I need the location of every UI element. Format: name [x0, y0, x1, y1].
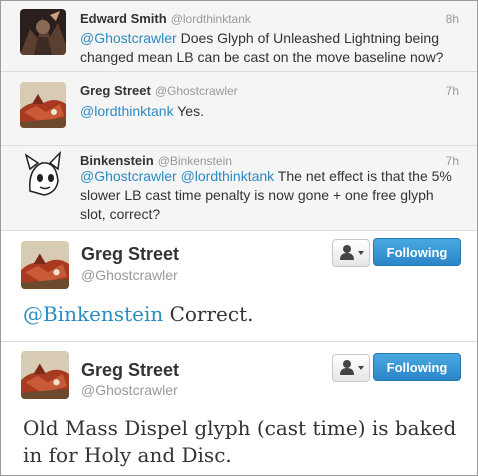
reply-tweet[interactable]: Edward Smith @lordthinktank 8h @Ghostcraw… — [1, 1, 477, 72]
author-name[interactable]: Greg Street @Ghostcrawler — [80, 83, 238, 98]
reply-tweet[interactable]: Greg Street @Ghostcrawler 7h @lordthinkta… — [1, 72, 477, 146]
timestamp[interactable]: 7h — [446, 84, 459, 98]
author-handle[interactable]: @Ghostcrawler — [81, 267, 178, 283]
mention-link[interactable]: @lordthinktank — [181, 168, 275, 184]
author-handle[interactable]: @Binkenstein — [158, 154, 232, 168]
user-icon — [340, 360, 364, 375]
mention-link[interactable]: @Binkenstein — [23, 302, 163, 326]
tweet-text: @Ghostcrawler @lordthinktank The net eff… — [80, 167, 460, 224]
author-display-name[interactable]: Edward Smith — [80, 11, 167, 26]
mention-link[interactable]: @Ghostcrawler — [80, 168, 177, 184]
avatar[interactable] — [21, 351, 69, 399]
author-display-name[interactable]: Greg Street — [81, 244, 179, 265]
author-display-name[interactable]: Greg Street — [81, 360, 179, 381]
avatar[interactable] — [20, 9, 66, 55]
tweet-text: @Binkenstein Correct. — [23, 301, 463, 328]
user-actions-button[interactable] — [332, 354, 370, 382]
user-icon — [340, 245, 364, 260]
author-display-name[interactable]: Binkenstein — [80, 153, 154, 168]
following-button[interactable]: Following — [373, 238, 461, 266]
avatar[interactable] — [21, 241, 69, 289]
author-handle[interactable]: @Ghostcrawler — [81, 382, 178, 398]
mention-link[interactable]: @Ghostcrawler — [80, 30, 177, 46]
author-handle[interactable]: @lordthinktank — [171, 12, 251, 26]
author-handle[interactable]: @Ghostcrawler — [155, 84, 238, 98]
reply-tweet[interactable]: Binkenstein @Binkenstein 7h @Ghostcrawler… — [1, 146, 477, 231]
caret-down-icon — [358, 366, 364, 370]
expanded-tweet: Greg Street @Ghostcrawler Following @Bin… — [1, 231, 477, 342]
author-name[interactable]: Edward Smith @lordthinktank — [80, 11, 251, 26]
mention-link[interactable]: @lordthinktank — [80, 103, 174, 119]
tweet-text: @Ghostcrawler Does Glyph of Unleashed Li… — [80, 29, 460, 67]
tweet-text-body: Old Mass Dispel glyph (cast time) is bak… — [23, 416, 457, 467]
following-button[interactable]: Following — [373, 353, 461, 381]
avatar[interactable] — [20, 151, 66, 197]
tweet-text-body: Correct. — [163, 302, 254, 326]
expanded-tweet: Greg Street @Ghostcrawler Following Old … — [1, 342, 477, 475]
timestamp[interactable]: 8h — [446, 12, 459, 26]
author-display-name[interactable]: Greg Street — [80, 83, 151, 98]
tweet-text: Old Mass Dispel glyph (cast time) is bak… — [23, 415, 463, 469]
tweet-text-body: Yes. — [173, 103, 204, 119]
timestamp[interactable]: 7h — [446, 154, 459, 168]
author-name[interactable]: Binkenstein @Binkenstein — [80, 153, 232, 168]
tweet-conversation: Edward Smith @lordthinktank 8h @Ghostcraw… — [0, 0, 478, 476]
caret-down-icon — [358, 251, 364, 255]
avatar[interactable] — [20, 82, 66, 128]
tweet-text: @lordthinktank Yes. — [80, 102, 460, 121]
user-actions-button[interactable] — [332, 239, 370, 267]
